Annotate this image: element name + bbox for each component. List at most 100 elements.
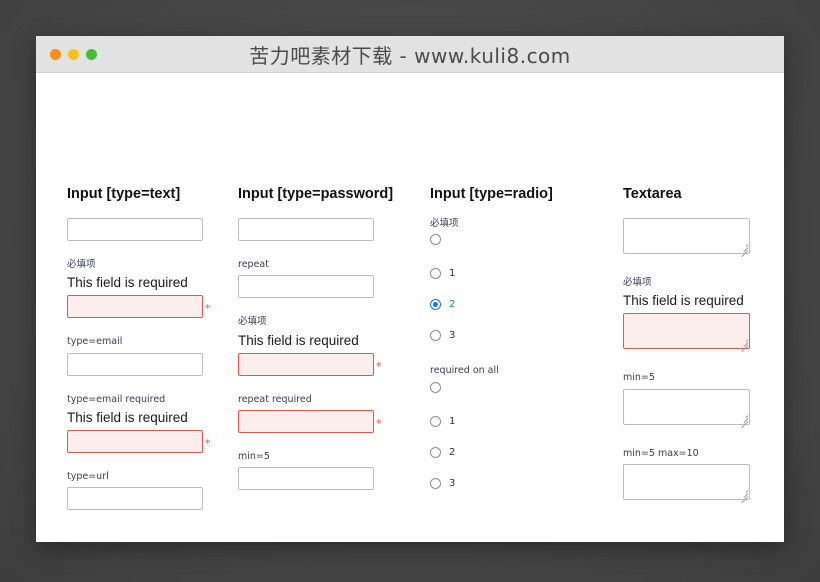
textarea-wrapper [623,218,750,254]
field-password-min: min=5 [238,451,390,490]
required-star-icon: * [376,418,382,429]
radio-icon[interactable] [430,330,441,341]
field-label: repeat [238,259,390,271]
radio-option-selected[interactable]: 2 [430,289,590,320]
field-label: type=url [67,471,219,483]
textarea-input-required[interactable] [623,313,750,349]
close-button-icon[interactable] [50,49,61,60]
radio-icon[interactable] [430,382,441,393]
column-input-text: Input [type=text] 必填项 This field is requ… [67,186,219,528]
password-repeat-required-input[interactable] [238,410,374,433]
input-row [238,467,390,490]
radio-option[interactable] [430,234,590,258]
input-row: * [238,410,390,433]
field-email-required: type=email required This field is requir… [67,394,219,453]
radio-icon[interactable] [430,416,441,427]
input-row [67,218,219,241]
column-heading: Textarea [623,186,775,202]
url-input[interactable] [67,487,203,510]
field-password-required: 必填项 This field is required * [238,316,390,375]
field-label: 必填项 [238,316,390,328]
field-error-message: This field is required [67,410,219,427]
email-input[interactable] [67,353,203,376]
minimize-button-icon[interactable] [68,49,79,60]
field-password-repeat-required: repeat required * [238,394,390,433]
input-row: * [67,430,219,453]
field-textarea-min-max: min=5 max=10 [623,448,775,505]
input-row [238,218,390,241]
required-star-icon: * [376,361,382,372]
radio-icon[interactable] [430,478,441,489]
field-text-plain [67,218,219,241]
desktop-background: 苦力吧素材下载 - www.kuli8.com Input [type=text… [0,0,820,582]
required-star-icon: * [205,303,211,314]
textarea-min-max-input[interactable] [623,464,750,500]
column-input-radio: Input [type=radio] 必填项 1 2 [430,186,590,513]
radio-option-label: 1 [449,416,455,427]
password-input-required[interactable] [238,353,374,376]
window-title-bar: 苦力吧素材下载 - www.kuli8.com [36,36,784,73]
input-row [238,275,390,298]
field-textarea-required: 必填项 This field is required [623,277,775,354]
field-password-repeat: repeat [238,259,390,298]
password-min-input[interactable] [238,467,374,490]
textarea-wrapper [623,313,750,349]
column-textarea: Textarea 必填项 This field is required [623,186,775,523]
radio-option[interactable] [430,382,590,406]
radio-icon[interactable] [430,268,441,279]
radio-option[interactable]: 2 [430,437,590,468]
password-repeat-input[interactable] [238,275,374,298]
field-email: type=email [67,336,219,375]
input-row [67,353,219,376]
field-url: type=url [67,471,219,510]
field-label: min=5 max=10 [623,448,775,460]
textarea-wrapper [623,464,750,500]
input-row: * [67,295,219,318]
browser-window: 苦力吧素材下载 - www.kuli8.com Input [type=text… [36,36,784,542]
field-text-required: 必填项 This field is required * [67,259,219,318]
field-label: 必填项 [623,277,775,289]
radio-option-label: 1 [449,268,455,279]
field-label: repeat required [238,394,390,406]
window-title: 苦力吧素材下载 - www.kuli8.com [36,40,784,69]
input-row [67,487,219,510]
field-label: type=email required [67,394,219,406]
input-row: * [238,353,390,376]
field-label: min=5 [238,451,390,463]
radio-group-required-on-all: required on all 1 2 3 [430,365,590,498]
radio-option[interactable]: 1 [430,258,590,289]
field-textarea-plain [623,218,775,259]
field-error-message: This field is required [238,333,390,350]
radio-option[interactable]: 1 [430,406,590,437]
field-label: 必填项 [67,259,219,271]
radio-option[interactable]: 3 [430,320,590,351]
column-heading: Input [type=text] [67,186,219,202]
radio-option-label: 2 [449,447,455,458]
radio-icon[interactable] [430,234,441,245]
password-input[interactable] [238,218,374,241]
radio-option-label: 3 [449,330,455,341]
radio-option-label: 2 [449,299,455,310]
radio-group-label: required on all [430,365,590,377]
window-controls [50,36,97,72]
radio-icon[interactable] [430,447,441,458]
radio-option[interactable]: 3 [430,468,590,499]
radio-group-label: 必填项 [430,218,590,230]
required-star-icon: * [205,438,211,449]
field-label: min=5 [623,372,775,384]
radio-icon-checked[interactable] [430,299,441,310]
field-label: type=email [67,336,219,348]
email-input-required[interactable] [67,430,203,453]
field-textarea-min: min=5 [623,372,775,429]
textarea-min-input[interactable] [623,389,750,425]
maximize-button-icon[interactable] [86,49,97,60]
text-input-required[interactable] [67,295,203,318]
field-password-plain [238,218,390,241]
textarea-input[interactable] [623,218,750,254]
page-content: Input [type=text] 必填项 This field is requ… [36,73,784,542]
column-input-password: Input [type=password] repeat 必填项 This fi… [238,186,390,508]
text-input[interactable] [67,218,203,241]
field-error-message: This field is required [67,275,219,292]
field-error-message: This field is required [623,293,775,310]
column-heading: Input [type=radio] [430,186,590,202]
